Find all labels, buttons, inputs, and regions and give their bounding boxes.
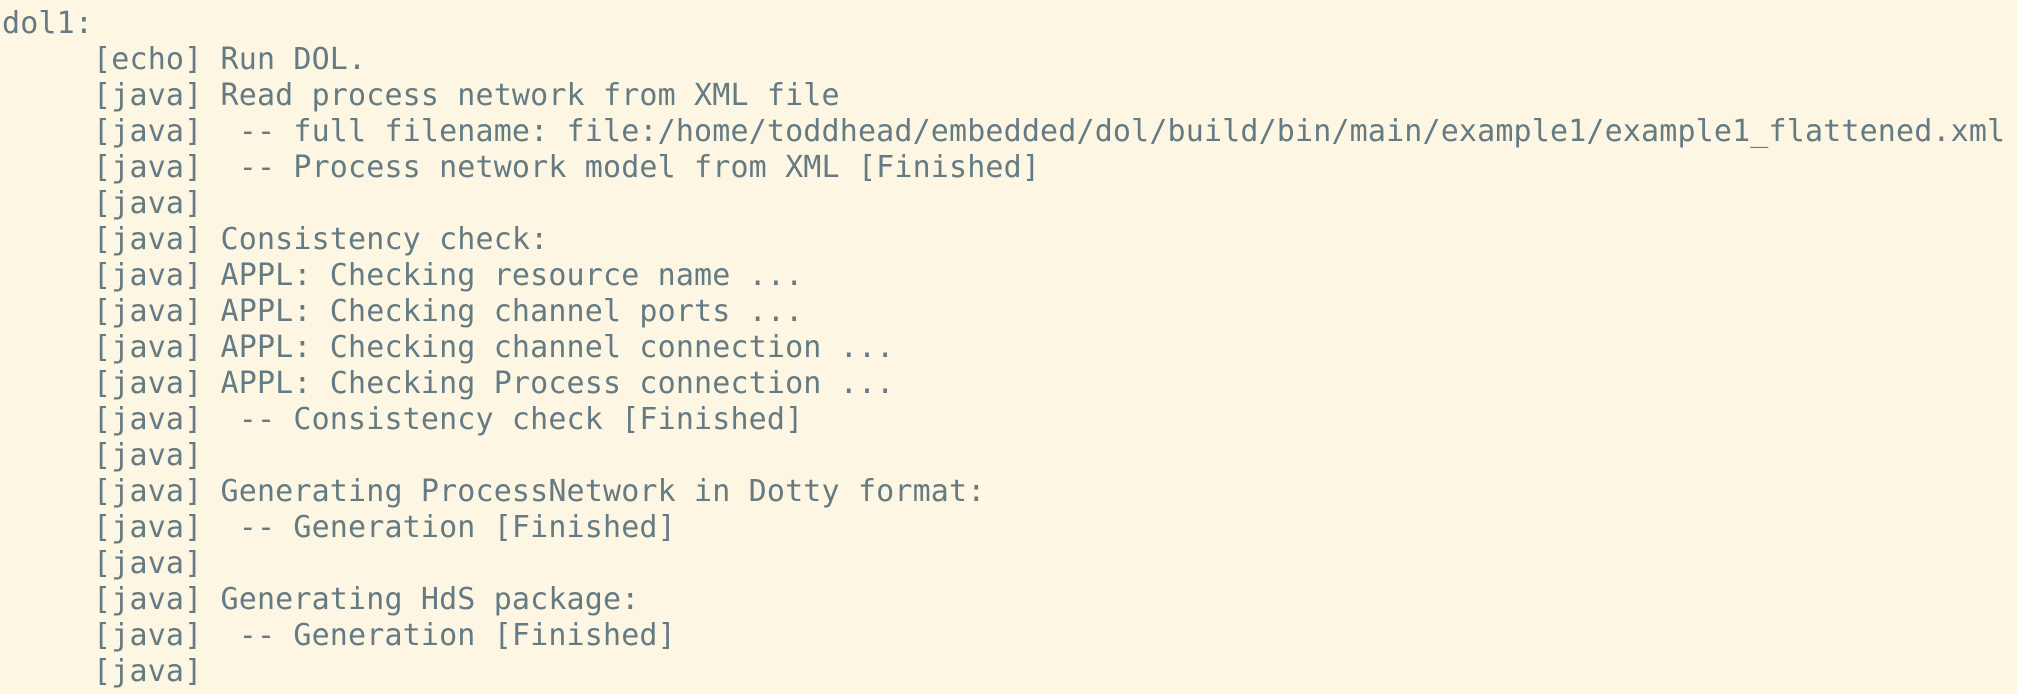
output-line: [java] <box>2 186 203 221</box>
output-line: [java] -- Generation [Finished] <box>2 510 676 545</box>
output-line: [java] -- Consistency check [Finished] <box>2 402 804 437</box>
output-line: [java] Generating HdS package: <box>2 582 640 617</box>
output-line: [java] Read process network from XML fil… <box>2 78 840 113</box>
output-line: [echo] Run DOL. <box>2 42 367 77</box>
output-line: [java] Generating ProcessNetwork in Dott… <box>2 474 986 509</box>
output-line: [java] Consistency check: <box>2 222 549 257</box>
output-line: [java] -- full filename: file:/home/todd… <box>2 114 2006 149</box>
terminal-output: dol1: [echo] Run DOL. [java] Read proces… <box>0 0 2017 694</box>
output-line: [java] <box>2 654 203 689</box>
output-line: [java] <box>2 546 203 581</box>
output-line: [java] -- Generation [Finished] <box>2 618 676 653</box>
output-line: [java] <box>2 438 203 473</box>
output-line: [java] -- Process network model from XML… <box>2 150 1041 185</box>
output-line-target: dol1: <box>2 6 94 41</box>
output-line: [java] APPL: Checking channel ports ... <box>2 294 804 329</box>
output-line: [java] APPL: Checking Process connection… <box>2 366 895 401</box>
output-line: [java] APPL: Checking resource name ... <box>2 258 804 293</box>
output-line: [java] APPL: Checking channel connection… <box>2 330 895 365</box>
